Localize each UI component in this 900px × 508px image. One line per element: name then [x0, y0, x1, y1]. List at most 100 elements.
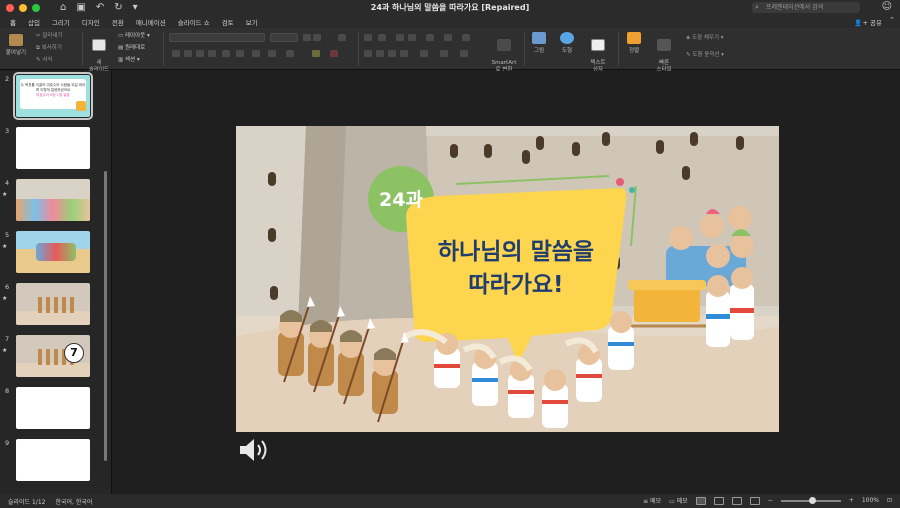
undo-icon[interactable]: ↶: [96, 2, 104, 13]
font-color-icon[interactable]: [330, 50, 338, 57]
tab-transitions[interactable]: 전환: [112, 17, 124, 27]
fit-to-window-icon[interactable]: ⊡: [887, 497, 892, 504]
close-window-button[interactable]: [6, 3, 14, 12]
line-spacing-icon[interactable]: [426, 34, 434, 41]
slide-sorter-view-button[interactable]: [713, 496, 724, 505]
slide-thumbnail[interactable]: [16, 127, 90, 169]
slide-thumbnail[interactable]: [16, 387, 90, 429]
normal-view-button[interactable]: [695, 496, 706, 505]
convert-smartart-button[interactable]: SmartArt 로 변환: [486, 32, 522, 74]
paste-button[interactable]: 붙여넣기: [4, 34, 28, 56]
superscript-icon[interactable]: [222, 50, 230, 57]
quick-access-toolbar: ⌂ ▣ ↶ ↻ ▾: [60, 2, 138, 13]
font-effects-icon[interactable]: [286, 50, 294, 57]
decrease-indent-icon[interactable]: [396, 34, 404, 41]
slideshow-view-button[interactable]: [749, 496, 760, 505]
strikethrough-icon[interactable]: [208, 50, 216, 57]
thumbnail-scrollbar[interactable]: [104, 171, 107, 461]
columns-icon[interactable]: [462, 34, 470, 41]
italic-icon[interactable]: [184, 50, 192, 57]
zoom-slider[interactable]: [780, 496, 841, 504]
customize-qat-icon[interactable]: ▾: [133, 2, 138, 13]
tab-draw[interactable]: 그리기: [52, 17, 70, 27]
shape-fill-button[interactable]: ◈ 도형 채우기 ▾: [686, 33, 724, 41]
shape-outline-label: 도형 윤곽선: [692, 52, 720, 58]
shape-outline-button[interactable]: ✎ 도형 윤곽선 ▾: [686, 50, 724, 58]
reset-button[interactable]: ▤ 원래대로: [118, 43, 145, 51]
shrink-font-icon[interactable]: [313, 34, 321, 41]
save-icon[interactable]: ▣: [76, 2, 85, 13]
tab-design[interactable]: 디자인: [82, 17, 100, 27]
font-size-select[interactable]: [270, 33, 298, 42]
minimize-window-button[interactable]: [19, 3, 27, 12]
layout-button[interactable]: ▭ 레이아웃 ▾: [118, 31, 150, 39]
justify-icon[interactable]: [400, 50, 408, 57]
slide-title-line2: 따라가요!: [468, 272, 563, 298]
copy-label: 복사하기: [41, 45, 62, 51]
share-button[interactable]: 👤+ 공유: [854, 17, 882, 27]
notes-button[interactable]: ≡ 메모: [643, 496, 661, 505]
zoom-level[interactable]: 100%: [862, 497, 879, 504]
tab-animations[interactable]: 애니메이션: [136, 17, 166, 27]
quick-styles-icon: [657, 39, 671, 51]
current-slide[interactable]: 24과 하나님의 말씀을 따라가요!: [236, 126, 779, 432]
picture-button[interactable]: 그림: [528, 32, 550, 54]
increase-indent-icon[interactable]: [408, 34, 416, 41]
zoom-window-button[interactable]: [32, 3, 40, 12]
tab-home[interactable]: 홈: [10, 17, 16, 27]
clear-format-icon[interactable]: [338, 34, 346, 41]
font-family-select[interactable]: [169, 33, 265, 42]
text-direction-icon[interactable]: [444, 34, 452, 41]
quick-styles-button[interactable]: 빠른 스타일: [650, 32, 678, 74]
new-slide-button[interactable]: 새 슬라이드: [86, 32, 112, 74]
slide-thumbnail[interactable]: 7: [16, 335, 90, 377]
tab-review[interactable]: 검토: [222, 17, 234, 27]
copy-button[interactable]: ⧉ 복사하기: [36, 43, 62, 52]
vertical-align-icon[interactable]: [440, 50, 448, 57]
redo-icon[interactable]: ↻: [114, 2, 122, 13]
char-spacing-icon[interactable]: [252, 50, 260, 57]
numbering-icon[interactable]: [378, 34, 386, 41]
underline-icon[interactable]: [196, 50, 204, 57]
text-box-options-icon[interactable]: [460, 50, 468, 57]
align-right-icon[interactable]: [388, 50, 396, 57]
zoom-in-button[interactable]: +: [849, 497, 854, 504]
cut-button[interactable]: ✂ 잘라내기: [36, 31, 63, 39]
slide-thumbnail[interactable]: [16, 439, 90, 481]
share-label: 공유: [870, 19, 882, 27]
bullets-icon[interactable]: [364, 34, 372, 41]
section-button[interactable]: ▥ 섹션 ▾: [118, 55, 140, 63]
zoom-slider-knob[interactable]: [808, 496, 816, 504]
arrange-button[interactable]: 정렬: [622, 32, 646, 54]
shape-label: 도형: [561, 48, 573, 54]
home-icon[interactable]: ⌂: [60, 2, 66, 13]
search-input[interactable]: ⌕ 프레젠테이션에서 검색: [752, 2, 860, 13]
tab-slideshow[interactable]: 슬라이드 쇼: [178, 17, 210, 27]
zoom-out-button[interactable]: −: [768, 497, 773, 504]
language-indicator[interactable]: 한국어, 한국어: [55, 497, 92, 506]
align-text-icon[interactable]: [420, 50, 428, 57]
audio-speaker-icon[interactable]: [238, 436, 270, 464]
slide-thumbnail[interactable]: [16, 179, 90, 221]
collapse-ribbon-icon[interactable]: ⌃: [889, 16, 895, 24]
shape-icon: [560, 32, 574, 44]
textbox-button[interactable]: 텍스트 상자: [584, 32, 612, 74]
account-icon[interactable]: ☺: [882, 1, 892, 12]
highlight-icon[interactable]: [312, 50, 320, 57]
align-left-icon[interactable]: [364, 50, 372, 57]
slide-thumbnail[interactable]: [16, 231, 90, 273]
tab-view[interactable]: 보기: [246, 17, 258, 27]
slide-thumbnail[interactable]: 두 목표를 이끌어 여호수아 사람들 되길 바라며 이렇게 말씀하셨어요 여호수아…: [13, 72, 93, 120]
tab-insert[interactable]: 삽입: [28, 17, 40, 27]
change-case-icon[interactable]: [268, 50, 276, 57]
align-center-icon[interactable]: [376, 50, 384, 57]
grow-font-icon[interactable]: [303, 34, 311, 41]
slide-thumbnail[interactable]: [16, 283, 90, 325]
comments-label: 메모: [676, 498, 688, 505]
format-painter-button[interactable]: ✎ 서식: [36, 55, 52, 63]
subscript-icon[interactable]: [236, 50, 244, 57]
reading-view-button[interactable]: [731, 496, 742, 505]
bold-icon[interactable]: [172, 50, 180, 57]
comments-button[interactable]: ▭ 메모: [669, 496, 688, 505]
shape-button[interactable]: 도형: [556, 32, 578, 54]
